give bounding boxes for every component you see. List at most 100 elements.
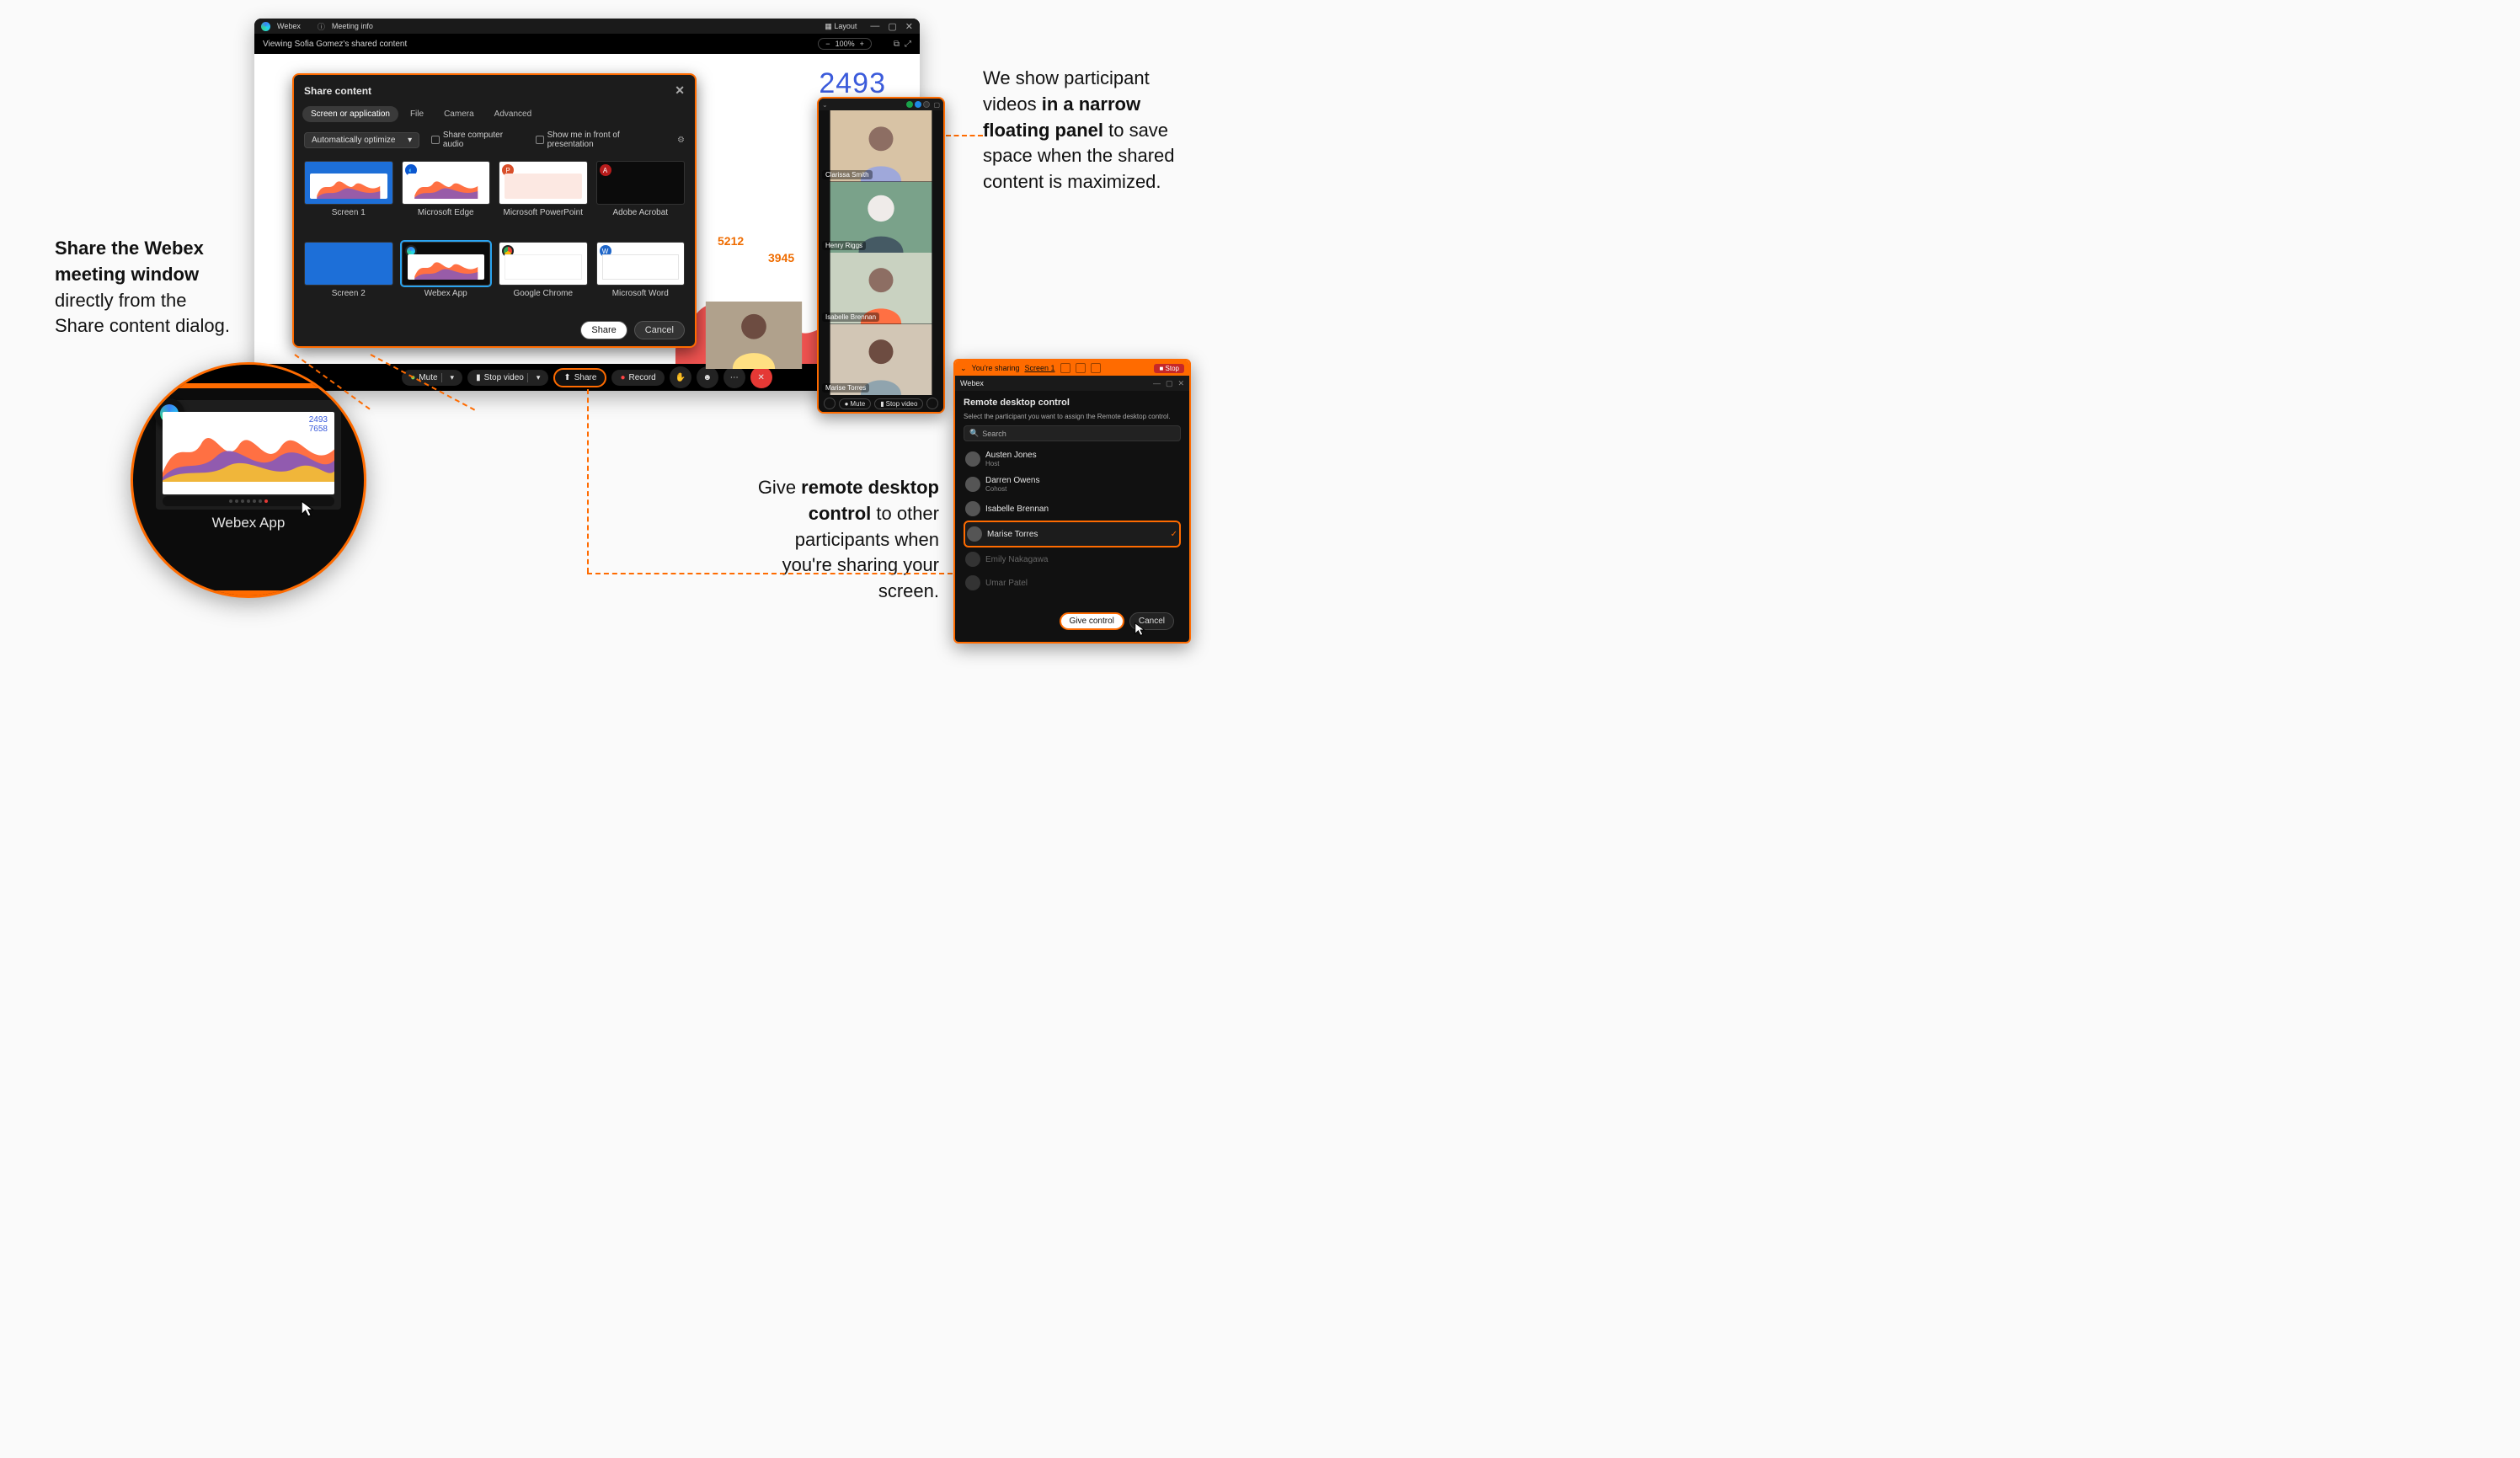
window-maximize[interactable]: ▢ bbox=[1166, 379, 1173, 388]
callout-floating-panel: We show participant videos in a narrow f… bbox=[983, 66, 1202, 195]
share-item-chrome[interactable]: Google Chrome bbox=[499, 242, 588, 314]
viewing-bar: Viewing Sofia Gomez's shared content − 1… bbox=[254, 34, 920, 54]
connector-share-to-rd-h bbox=[587, 573, 953, 574]
rd-participant-list: Austen JonesHost Darren OwensCohost Isab… bbox=[964, 446, 1181, 602]
mic-icon: ● bbox=[845, 400, 849, 408]
more-button[interactable]: ⋯ bbox=[723, 366, 745, 388]
optimize-select[interactable]: Automatically optimize▾ bbox=[304, 132, 419, 148]
zoom-out[interactable]: − bbox=[825, 40, 830, 48]
share-audio-checkbox[interactable]: Share computer audio bbox=[431, 131, 524, 149]
sharing-annotate-icon[interactable] bbox=[1076, 363, 1086, 373]
participant-tile[interactable]: Henry Riggs bbox=[819, 182, 943, 254]
share-icon: ⬆ bbox=[563, 373, 570, 382]
share-item-acrobat[interactable]: A Adobe Acrobat bbox=[596, 161, 686, 233]
panel-more[interactable] bbox=[926, 398, 938, 409]
panel-menu-icon[interactable]: ⌄ bbox=[822, 101, 828, 109]
cursor-icon bbox=[1134, 622, 1149, 637]
panel-mute-button[interactable]: ●Mute bbox=[839, 398, 872, 409]
share-tabs: Screen or application File Camera Advanc… bbox=[294, 106, 695, 122]
webex-logo-icon bbox=[261, 22, 270, 31]
sharing-options-icon[interactable] bbox=[1091, 363, 1101, 373]
status-dot-blue bbox=[915, 101, 921, 108]
rd-row[interactable]: Darren OwensCohost bbox=[964, 472, 1181, 497]
meeting-info-label[interactable]: Meeting info bbox=[332, 22, 373, 30]
sharing-chevron-icon[interactable]: ⌄ bbox=[960, 364, 967, 373]
share-cancel-button[interactable]: Cancel bbox=[634, 321, 685, 339]
rd-search-input[interactable]: 🔍 Search bbox=[964, 425, 1181, 441]
share-button[interactable]: ⬆ Share bbox=[553, 368, 606, 387]
rd-row-disabled: Umar Patel bbox=[964, 571, 1181, 595]
video-menu[interactable] bbox=[527, 373, 541, 382]
share-items-grid: Screen 1 ◐ Microsoft Edge P Microsoft Po… bbox=[294, 158, 695, 314]
record-button[interactable]: ● Record bbox=[611, 370, 664, 386]
share-item-webex-app[interactable]: Webex App bbox=[402, 242, 491, 314]
share-item-powerpoint[interactable]: P Microsoft PowerPoint bbox=[499, 161, 588, 233]
panel-close-icon[interactable]: ▢ bbox=[933, 101, 940, 109]
share-item-edge[interactable]: ◐ Microsoft Edge bbox=[402, 161, 491, 233]
remote-desktop-dialog: ⌄ You're sharing Screen 1 ■ Stop Webex —… bbox=[953, 359, 1191, 644]
camera-icon: ▮ bbox=[476, 373, 481, 382]
search-icon: 🔍 bbox=[969, 429, 979, 438]
participant-tile[interactable]: Isabelle Brennan bbox=[819, 253, 943, 324]
chart-point-1: 5212 bbox=[718, 234, 744, 248]
give-control-button[interactable]: Give control bbox=[1060, 612, 1124, 630]
rd-title: Remote desktop control bbox=[964, 398, 1181, 408]
share-item-screen-2[interactable]: Screen 2 bbox=[304, 242, 393, 314]
zoom-control[interactable]: − 100% + bbox=[818, 38, 872, 50]
tab-screen-app[interactable]: Screen or application bbox=[302, 106, 398, 122]
end-call-button[interactable]: ✕ bbox=[750, 366, 772, 388]
avatar bbox=[965, 477, 980, 492]
layout-button[interactable]: ▦ Layout bbox=[825, 22, 857, 31]
zoom-value: 100% bbox=[836, 40, 855, 48]
window-maximize[interactable]: ▢ bbox=[888, 21, 896, 32]
self-view-thumbnail[interactable] bbox=[699, 302, 809, 369]
window-close[interactable]: ✕ bbox=[1177, 379, 1184, 388]
sharing-toolbar[interactable]: ⌄ You're sharing Screen 1 ■ Stop bbox=[955, 360, 1189, 376]
connector-share-to-rd-v bbox=[587, 389, 589, 573]
rd-row[interactable]: Austen JonesHost bbox=[964, 446, 1181, 472]
tab-advanced[interactable]: Advanced bbox=[486, 106, 540, 122]
close-icon[interactable]: ✕ bbox=[675, 83, 685, 98]
zoom-label: Webex App bbox=[133, 515, 364, 531]
mute-menu[interactable] bbox=[441, 373, 455, 382]
participants-floating-panel[interactable]: ⌄ ▢ Clarissa Smith Henry Riggs Isabelle … bbox=[817, 97, 945, 414]
gear-icon[interactable]: ⚙ bbox=[677, 136, 685, 145]
participant-tile[interactable]: Clarissa Smith bbox=[819, 110, 943, 182]
avatar bbox=[965, 552, 980, 567]
pop-out-icon[interactable]: ⧉ bbox=[894, 40, 900, 49]
panel-self-view[interactable] bbox=[824, 398, 836, 409]
camera-icon: ▮ bbox=[880, 400, 884, 408]
window-minimize[interactable]: — bbox=[1153, 379, 1161, 387]
reactions-button[interactable]: ☻ bbox=[697, 366, 718, 388]
avatar bbox=[965, 575, 980, 590]
meeting-info-icon[interactable]: ⓘ bbox=[318, 21, 325, 32]
rd-window-title: Webex bbox=[960, 379, 984, 387]
window-minimize[interactable]: — bbox=[870, 21, 879, 32]
share-item-screen-1[interactable]: Screen 1 bbox=[304, 161, 393, 233]
share-content-dialog: Share content ✕ Screen or application Fi… bbox=[292, 73, 697, 348]
sharing-target[interactable]: Screen 1 bbox=[1024, 364, 1054, 372]
zoom-thumb[interactable]: 2493 7658 bbox=[156, 400, 341, 510]
panel-top-bar[interactable]: ⌄ ▢ bbox=[819, 99, 943, 110]
sharing-pause-icon[interactable] bbox=[1060, 363, 1070, 373]
rd-subtitle: Select the participant you want to assig… bbox=[964, 413, 1181, 420]
participant-tile[interactable]: Marise Torres bbox=[819, 324, 943, 396]
window-close[interactable]: ✕ bbox=[905, 21, 913, 32]
app-name: Webex bbox=[277, 22, 301, 30]
share-confirm-button[interactable]: Share bbox=[580, 321, 627, 339]
rd-row-selected[interactable]: Marise Torres ✓ bbox=[964, 521, 1181, 547]
record-icon: ● bbox=[620, 373, 625, 382]
show-me-checkbox[interactable]: Show me in front of presentation bbox=[536, 131, 665, 149]
raise-hand-button[interactable]: ✋ bbox=[670, 366, 691, 388]
stop-video-button[interactable]: ▮ Stop video bbox=[467, 370, 548, 386]
rd-row[interactable]: Isabelle Brennan bbox=[964, 497, 1181, 521]
status-dot-green bbox=[906, 101, 913, 108]
stop-sharing-button[interactable]: ■ Stop bbox=[1154, 364, 1184, 373]
dialog-title: Share content bbox=[304, 85, 371, 97]
tab-file[interactable]: File bbox=[402, 106, 432, 122]
share-item-word[interactable]: W Microsoft Word bbox=[596, 242, 686, 314]
tab-camera[interactable]: Camera bbox=[435, 106, 483, 122]
expand-icon[interactable]: ⤢ bbox=[905, 40, 911, 49]
zoom-in[interactable]: + bbox=[860, 40, 864, 48]
panel-stop-video-button[interactable]: ▮Stop video bbox=[874, 398, 923, 409]
